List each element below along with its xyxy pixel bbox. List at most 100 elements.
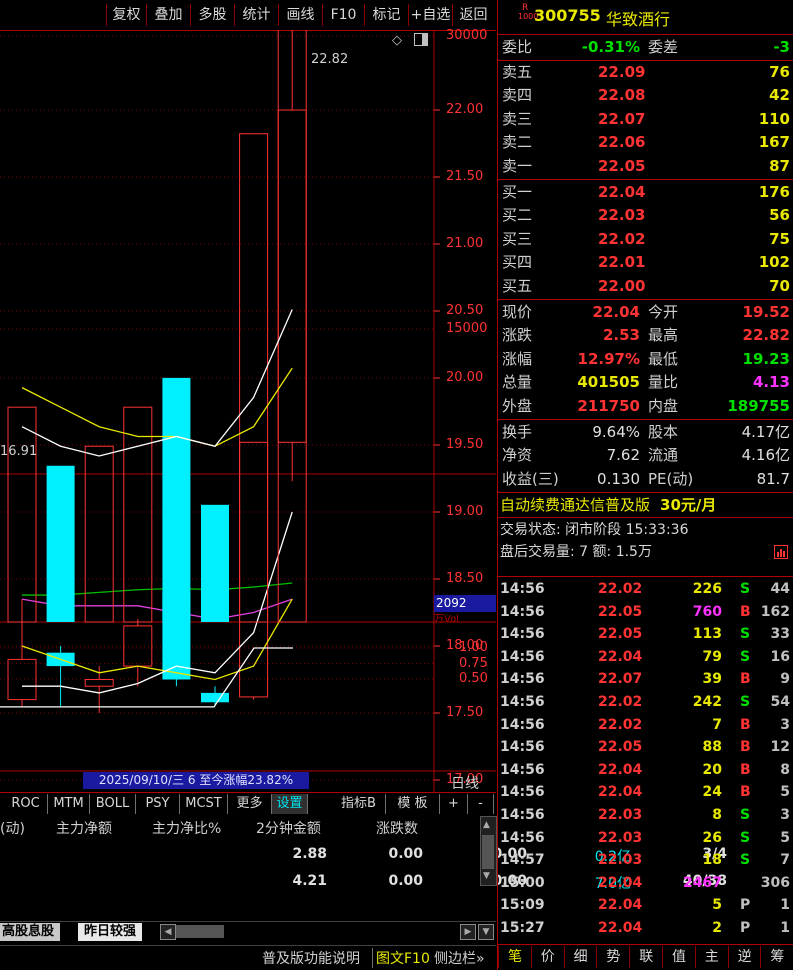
bid-row[interactable]: 买一 22.04 176: [502, 181, 790, 204]
tick-row[interactable]: 14:56 22.04 24 B 5: [500, 781, 790, 804]
detail-tab-3[interactable]: 势: [596, 946, 629, 968]
low-price-label: 16.91: [0, 444, 38, 459]
detail-tab-8[interactable]: 筹: [760, 946, 793, 968]
sheet-tab-high-dividend[interactable]: 高股息股: [0, 923, 61, 941]
stat-value-2: 4.13: [752, 373, 790, 392]
bid-row[interactable]: 买三 22.02 75: [502, 228, 790, 251]
tick-row[interactable]: 15:09 22.04 5 P 1: [500, 894, 790, 917]
period-label[interactable]: 日线: [436, 773, 494, 793]
toolbar-button-8[interactable]: 返回: [452, 4, 494, 26]
detail-tab-1[interactable]: 价: [530, 946, 564, 968]
tick-row[interactable]: 14:56 22.04 20 B 8: [500, 759, 790, 782]
chart-icon[interactable]: [774, 545, 788, 560]
indicator-right-3[interactable]: -: [468, 794, 494, 814]
detail-tab-2[interactable]: 细: [563, 946, 597, 968]
table-header[interactable]: 2分钟金额: [256, 818, 321, 838]
tick-row[interactable]: 14:56 22.02 242 S 54: [500, 691, 790, 714]
tick-row[interactable]: 15:27 22.04 2 P 1: [500, 917, 790, 940]
price-axis-label: 21.00: [446, 236, 484, 251]
divider: [498, 419, 793, 420]
bid-row[interactable]: 买四 22.01 102: [502, 251, 790, 274]
detail-tab-0[interactable]: 笔: [498, 946, 531, 968]
ask-row[interactable]: 卖四 22.08 42: [502, 84, 790, 107]
price-axis-label: 22.00: [446, 102, 484, 117]
table-header[interactable]: (动): [0, 818, 25, 838]
promo-banner[interactable]: 自动续费通达信普及版 30元/月: [500, 494, 790, 516]
tick-count: 162: [760, 603, 790, 620]
ask-row[interactable]: 卖一 22.05 87: [502, 155, 790, 178]
sheet-tab-yesterday-strong[interactable]: 昨日较强: [78, 923, 143, 941]
tick-row[interactable]: 14:56 22.02 226 S 44: [500, 578, 790, 601]
indicator-tab-2[interactable]: BOLL: [90, 794, 136, 814]
scroll-left-icon[interactable]: ◀: [160, 924, 176, 940]
ask-row[interactable]: 卖五 22.09 76: [502, 61, 790, 84]
tick-row[interactable]: 14:56 22.07 39 B 9: [500, 668, 790, 691]
ask-row[interactable]: 卖二 22.06 167: [502, 131, 790, 154]
indicator-tab-5[interactable]: 更多: [228, 794, 272, 814]
detail-tab-5[interactable]: 值: [662, 946, 695, 968]
trade-status: 交易状态: 闭市阶段 15:33:36: [500, 522, 689, 539]
horizontal-scroll-thumb[interactable]: [176, 925, 224, 938]
tick-row[interactable]: 14:56 22.05 113 S 33: [500, 623, 790, 646]
toolbar-button-6[interactable]: 标记: [364, 4, 408, 26]
tick-row[interactable]: 14:56 22.03 8 S 3: [500, 804, 790, 827]
ask-price: 22.07: [598, 109, 646, 128]
sidebar-toggle[interactable]: 侧边栏»: [434, 948, 485, 968]
volume-bar-up: [277, 30, 307, 623]
tick-row[interactable]: 14:56 22.05 760 B 162: [500, 601, 790, 624]
table-header[interactable]: 主力净比%: [152, 818, 221, 838]
tick-row[interactable]: 15:00 22.04 2467 306: [500, 872, 790, 895]
detail-tab-4[interactable]: 联: [629, 946, 662, 968]
help-link[interactable]: 普及版功能说明: [262, 948, 360, 968]
bid-row[interactable]: 买二 22.03 56: [502, 204, 790, 227]
toolbar-button-5[interactable]: F10: [322, 4, 364, 26]
tick-row[interactable]: 14:57 22.03 18 S 7: [500, 849, 790, 872]
indicator-tab-6[interactable]: 设置: [272, 794, 308, 814]
tick-price: 22.03: [598, 852, 643, 869]
tick-row[interactable]: 14:56 22.03 26 S 5: [500, 827, 790, 850]
indicator-right-2[interactable]: +: [440, 794, 468, 814]
toolbar-button-7[interactable]: +自选: [408, 4, 452, 26]
tick-side: S: [740, 807, 751, 823]
tick-row[interactable]: 14:56 22.04 79 S 16: [500, 646, 790, 669]
volume-axis-label: 15000: [446, 321, 488, 337]
tick-row[interactable]: 14:56 22.02 7 B 3: [500, 714, 790, 737]
indicator-tab-0[interactable]: ROC: [4, 794, 48, 814]
indicator-tab-4[interactable]: MCST: [180, 794, 228, 814]
price-axis-label: 18.50: [446, 571, 484, 586]
price-axis-label: 20.50: [446, 303, 484, 318]
table-header[interactable]: 主力净额: [56, 818, 112, 838]
ask-volume: 76: [769, 63, 790, 81]
candle-body-up: [239, 441, 269, 698]
tick-price: 22.04: [598, 761, 643, 778]
scroll-down-icon[interactable]: ▼: [478, 924, 494, 940]
fundamental-row: 换手 9.64% 股本 4.17亿: [502, 421, 790, 444]
toolbar-button-3[interactable]: 统计: [234, 4, 278, 26]
indicator-tab-3[interactable]: PSY: [136, 794, 180, 814]
indicator-tab-1[interactable]: MTM: [48, 794, 90, 814]
indicator-right-1[interactable]: 模 板: [386, 794, 440, 814]
tick-time: 14:56: [500, 829, 545, 846]
detail-tab-6[interactable]: 主: [694, 946, 728, 968]
stat-value-2: 189755: [727, 396, 790, 415]
toolbar-button-1[interactable]: 叠加: [146, 4, 190, 26]
table-header[interactable]: 涨跌数: [376, 818, 418, 838]
toolbar-button-4[interactable]: 画线: [278, 4, 322, 26]
tick-row[interactable]: 14:56 22.05 88 B 12: [500, 736, 790, 759]
bid-row[interactable]: 买五 22.00 70: [502, 275, 790, 298]
detail-tab-7[interactable]: 逆: [727, 946, 761, 968]
f10-link[interactable]: 图文F10: [372, 948, 430, 968]
table-scrollbar[interactable]: ▲ ▼: [480, 816, 497, 886]
stat-label-2: 今开: [648, 303, 679, 321]
tick-time: 14:56: [500, 716, 545, 733]
bid-price: 22.04: [598, 183, 646, 201]
panel-toggle-icon[interactable]: [414, 33, 428, 46]
toolbar-button-2[interactable]: 多股: [190, 4, 234, 26]
tick-volume: 242: [692, 694, 722, 710]
diamond-icon[interactable]: ◇: [392, 33, 402, 48]
toolbar-button-0[interactable]: 复权: [106, 4, 146, 26]
osc-line: [0, 647, 293, 708]
indicator-right-0[interactable]: 指标B: [332, 794, 386, 814]
scroll-right-icon[interactable]: ▶: [460, 924, 476, 940]
ask-row[interactable]: 卖三 22.07 110: [502, 108, 790, 131]
